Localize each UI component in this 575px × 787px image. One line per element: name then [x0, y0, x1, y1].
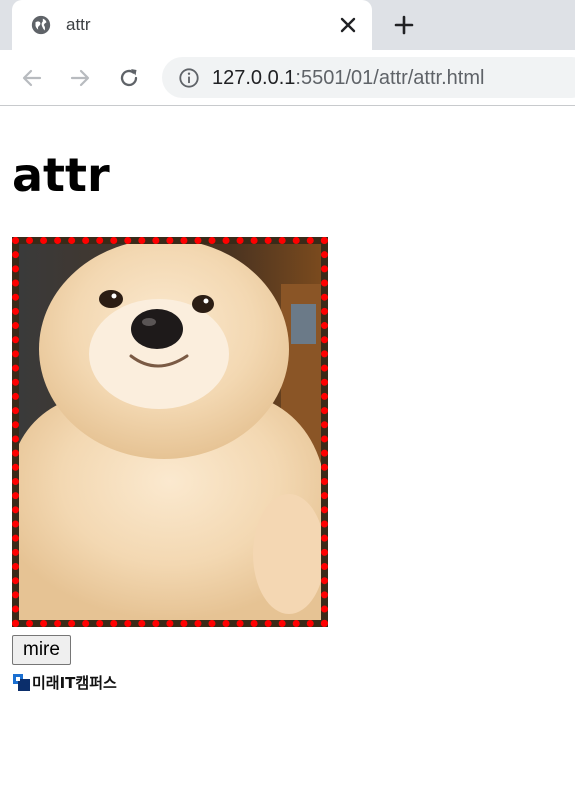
reload-icon[interactable] — [117, 66, 141, 90]
globe-icon — [31, 15, 51, 35]
tab-strip: attr — [0, 0, 575, 50]
url-text[interactable]: 127.0.0.1:5501/01/attr/attr.html — [212, 67, 484, 90]
url-host: 127.0.0.1 — [212, 67, 296, 89]
back-arrow-icon[interactable] — [20, 66, 44, 90]
mire-button[interactable]: mire — [12, 635, 71, 665]
dog-illustration — [19, 244, 321, 620]
address-bar[interactable]: 127.0.0.1:5501/01/attr/attr.html — [162, 57, 575, 98]
browser-tab[interactable]: attr — [12, 0, 372, 50]
browser-toolbar: 127.0.0.1:5501/01/attr/attr.html — [0, 50, 575, 106]
forward-arrow-icon[interactable] — [68, 66, 92, 90]
close-icon[interactable] — [336, 13, 360, 37]
dog-photo — [12, 237, 328, 627]
info-icon[interactable] — [178, 67, 200, 89]
logo-mark-icon — [13, 673, 30, 691]
page-title: attr — [12, 148, 110, 202]
tab-title: attr — [66, 15, 91, 34]
mirae-it-campus-logo: 미래IT캠퍼스 — [13, 672, 117, 692]
url-path: :5501/01/attr/attr.html — [295, 67, 485, 89]
logo-text: 미래IT캠퍼스 — [32, 673, 117, 692]
plus-icon[interactable] — [392, 13, 416, 37]
page-content: attr mire 미래IT캠퍼스 — [0, 106, 575, 787]
